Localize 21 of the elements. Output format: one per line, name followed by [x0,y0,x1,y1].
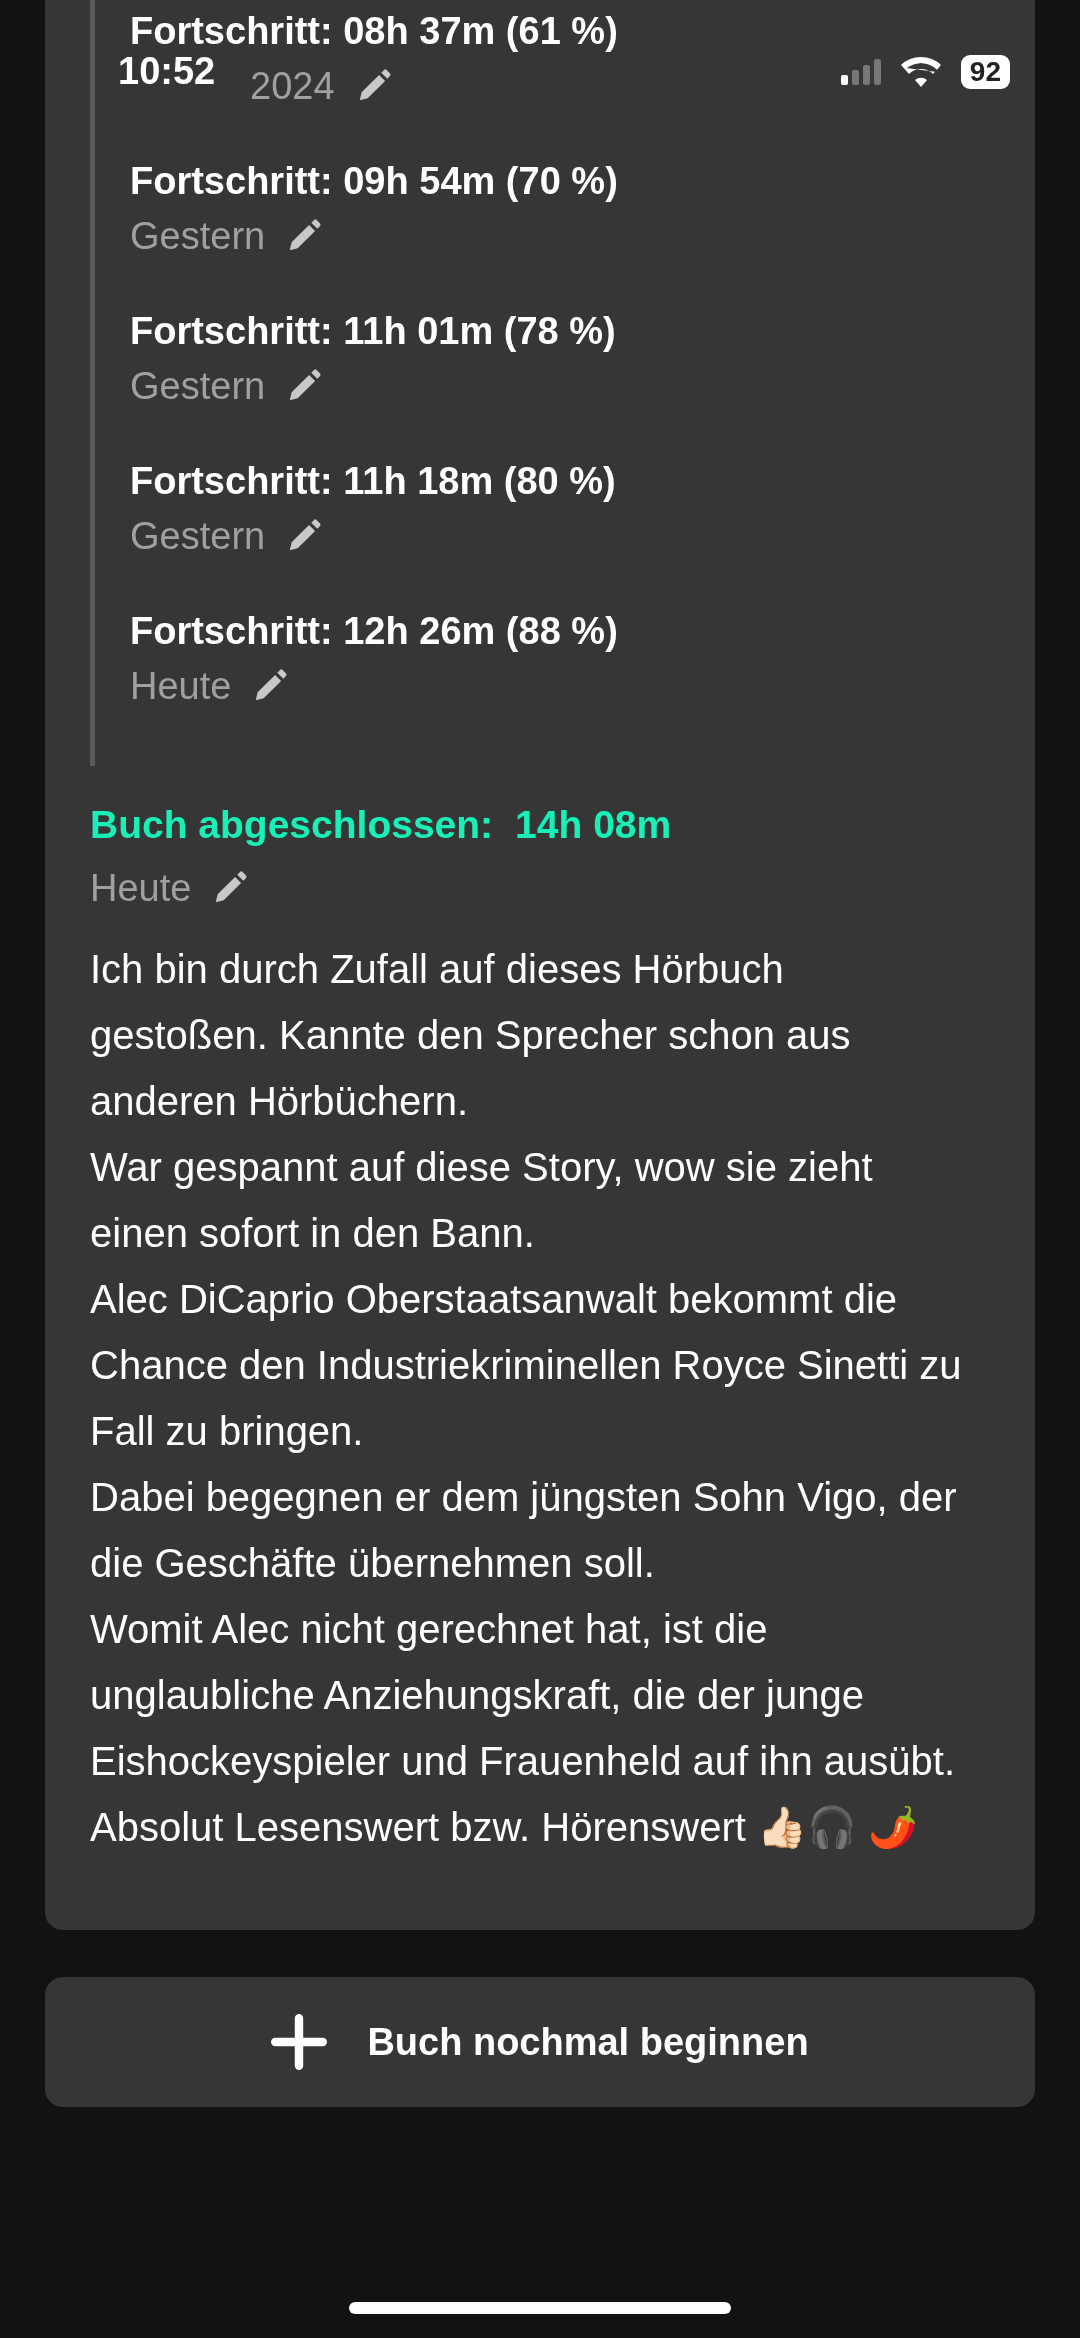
review-paragraph: Ich bin durch Zufall auf dieses Hörbuch gestoßen. Kannte den Sprecher schon aus anderen Hörbüchern. [90,946,852,1125]
entry-date: Gestern [130,514,266,558]
progress-title: Fortschritt: 12h 26m (88 %) [130,609,619,654]
entry-date: Heute [90,866,192,910]
entry-date: Gestern [130,214,266,258]
signal-icon [840,58,881,85]
progress-title: Fortschritt: 09h 54m (70 %) [130,159,619,204]
entry-date: Gestern [130,364,266,408]
finished-title: Buch abgeschlossen: 14h 08m [90,802,673,848]
plus-icon [271,2014,328,2070]
progress-title: Fortschritt: 11h 01m (78 %) [130,309,617,354]
progress-title: Fortschritt: 11h 18m (80 %) [130,459,617,504]
entry-date: Heute [130,664,232,708]
wifi-icon [900,56,941,87]
restart-button[interactable]: Buch nochmal beginnen [45,1977,1035,2107]
review-paragraph: Absolut Lesenswert bzw. Hörenswert 👍🏻🎧 🌶 [90,1804,920,1851]
review-paragraph: Dabei begegnen er dem jüngsten Sohn Vigo, der die Geschäfte übernehmen soll. [90,1474,958,1587]
review-paragraph: War gespannt auf diese Story, wow sie zieht einen sofort in den Bann. [90,1144,874,1257]
review-paragraph: Alec DiCaprio Oberstaatsanwalt bekommt die Chance den Industriekriminellen Royce Sinetti zu Fall zu bringen. [90,1276,963,1455]
review-paragraph: Womit Alec nicht gerechnet hat, ist die unglaubliche Anziehungskraft, die der junge Eishockeyspieler und Frauenheld auf ihn ausübt. [90,1606,956,1785]
entry-date: 2024 [250,64,335,108]
